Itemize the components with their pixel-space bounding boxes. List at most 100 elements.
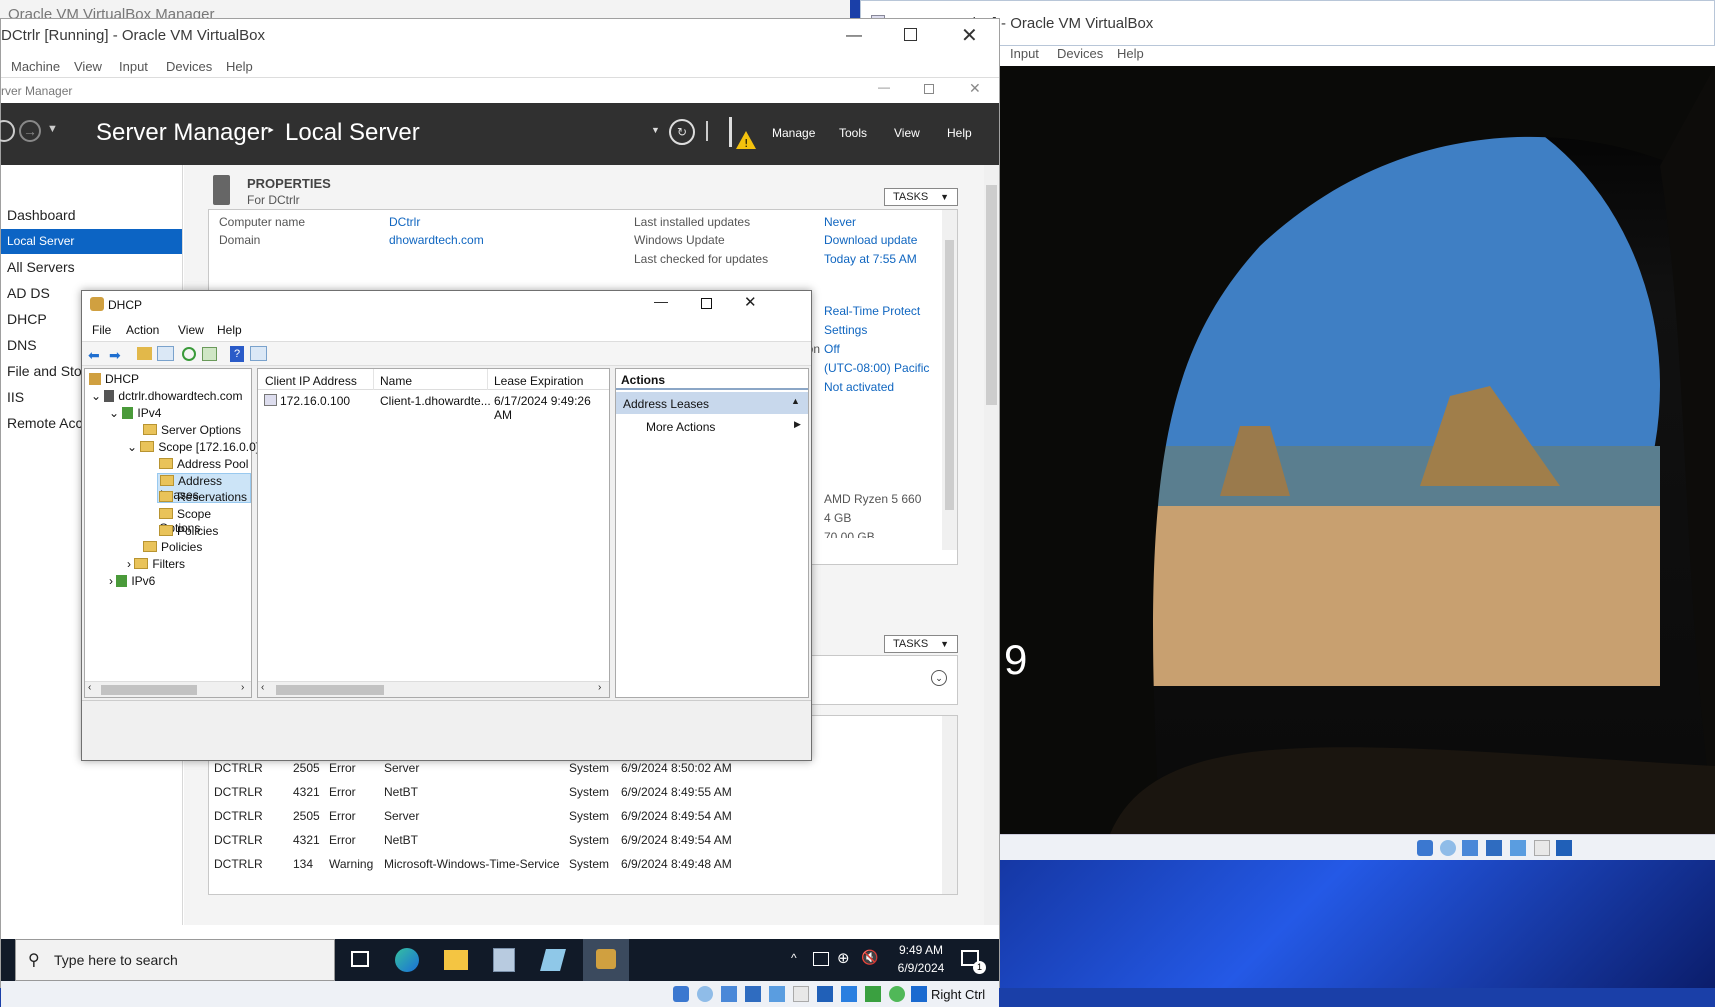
hdd-status-icon[interactable] bbox=[673, 986, 689, 1002]
network-status-icon[interactable] bbox=[1486, 840, 1502, 856]
up-folder-icon[interactable] bbox=[137, 347, 152, 360]
mouse-integration-icon[interactable] bbox=[865, 986, 881, 1002]
collapse-icon[interactable]: ⌄ bbox=[91, 389, 104, 403]
tree-ipv4[interactable]: ⌄ IPv4 bbox=[109, 406, 161, 420]
scroll-left-icon[interactable]: ‹ bbox=[88, 682, 91, 693]
scroll-left-icon[interactable]: ‹ bbox=[261, 682, 264, 693]
show-hide-action-pane-icon[interactable] bbox=[250, 346, 267, 361]
menu-view[interactable]: View bbox=[894, 126, 920, 140]
back-icon[interactable]: ⬅ bbox=[88, 347, 100, 364]
clock-time[interactable]: 9:49 AM bbox=[891, 943, 951, 957]
menu-machine[interactable]: Machine bbox=[11, 59, 60, 74]
prop-value-timezone[interactable]: (UTC-08:00) Pacific bbox=[824, 361, 929, 375]
event-row[interactable]: DCTRLR 4321 Error NetBT System 6/9/2024 8:49:… bbox=[209, 828, 939, 852]
forward-icon[interactable]: ➡ bbox=[109, 347, 121, 364]
display-status-icon[interactable] bbox=[1556, 840, 1572, 856]
prop-value-last-installed[interactable]: Never bbox=[824, 215, 856, 229]
dhcp-taskbar-button[interactable] bbox=[583, 939, 629, 981]
usb-status-icon[interactable] bbox=[1510, 840, 1526, 856]
results-scrollbar[interactable]: ‹ › bbox=[258, 681, 609, 697]
dhcp-minimize-button[interactable]: — bbox=[654, 293, 668, 309]
properties-scroll-thumb[interactable] bbox=[945, 240, 954, 510]
prop-value-realtime[interactable]: Real-Time Protect bbox=[824, 304, 920, 318]
history-dropdown-icon[interactable]: ▼ bbox=[47, 123, 58, 135]
menu-help[interactable]: Help bbox=[947, 126, 972, 140]
tree-scope-policies[interactable]: Policies bbox=[159, 524, 218, 538]
lease-row[interactable]: 172.16.0.100 Client-1.dhowardte... 6/17/… bbox=[258, 391, 609, 422]
content-scrollbar[interactable] bbox=[984, 165, 999, 925]
nav-ad-ds[interactable]: AD DS bbox=[7, 285, 50, 301]
taskbar-search-box[interactable]: ⚲ Type here to search bbox=[15, 939, 335, 981]
network-icon[interactable]: ⊕ bbox=[837, 949, 850, 967]
events-scrollbar[interactable] bbox=[942, 716, 957, 894]
file-explorer-icon[interactable] bbox=[444, 950, 468, 970]
prop-value-windows-update[interactable]: Download update bbox=[824, 233, 917, 247]
shared-folder-icon[interactable] bbox=[1534, 840, 1550, 856]
hdd-status-icon[interactable] bbox=[1417, 840, 1433, 856]
dhcp-menu-file[interactable]: File bbox=[92, 323, 111, 337]
nav-dashboard[interactable]: Dashboard bbox=[7, 207, 76, 223]
edge-icon[interactable] bbox=[395, 948, 419, 972]
powershell-ise-icon[interactable] bbox=[540, 949, 566, 971]
refresh-icon[interactable] bbox=[182, 347, 196, 361]
event-row[interactable]: DCTRLR 134 Warning Microsoft-Windows-Time-S… bbox=[209, 852, 939, 876]
dhcp-menu-view[interactable]: View bbox=[178, 323, 204, 337]
help-icon[interactable]: ? bbox=[230, 346, 244, 362]
tree-scroll-thumb[interactable] bbox=[101, 685, 197, 695]
show-hidden-icons-icon[interactable]: ^ bbox=[791, 951, 797, 965]
menu-devices[interactable]: Devices bbox=[1057, 46, 1103, 61]
show-hide-tree-icon[interactable] bbox=[157, 346, 174, 361]
server-manager-taskbar-icon[interactable] bbox=[493, 948, 515, 972]
recording-status-icon[interactable] bbox=[841, 986, 857, 1002]
warning-icon[interactable]: ! bbox=[736, 131, 756, 149]
audio-status-icon[interactable] bbox=[1462, 840, 1478, 856]
sm-minimize-button[interactable]: — bbox=[878, 80, 890, 94]
refresh-icon[interactable]: ↻ bbox=[669, 119, 695, 145]
minimize-button[interactable]: — bbox=[846, 27, 862, 45]
export-list-icon[interactable] bbox=[202, 347, 217, 361]
sm-restore-button[interactable] bbox=[924, 84, 934, 94]
menu-devices[interactable]: Devices bbox=[166, 59, 212, 74]
tree-ipv6[interactable]: › IPv6 bbox=[109, 574, 155, 588]
properties-scrollbar[interactable] bbox=[942, 210, 957, 550]
tree-address-pool[interactable]: Address Pool bbox=[159, 457, 248, 471]
audio-status-icon[interactable] bbox=[721, 986, 737, 1002]
usb-status-icon[interactable] bbox=[769, 986, 785, 1002]
maximize-button[interactable] bbox=[904, 28, 917, 41]
col-lease-expiration[interactable]: Lease Expiration bbox=[494, 374, 583, 388]
nav-local-server[interactable]: Local Server bbox=[1, 229, 182, 254]
shared-folder-icon[interactable] bbox=[793, 986, 809, 1002]
sm-close-button[interactable]: ✕ bbox=[969, 80, 981, 97]
expand-icon[interactable]: › bbox=[109, 574, 116, 588]
optical-status-icon[interactable] bbox=[1440, 840, 1456, 856]
menu-input[interactable]: Input bbox=[119, 59, 148, 74]
scroll-right-icon[interactable]: › bbox=[241, 682, 244, 693]
tree-policies[interactable]: Policies bbox=[143, 540, 202, 554]
volume-muted-icon[interactable]: 🔇 bbox=[861, 949, 878, 966]
dhcp-menu-action[interactable]: Action bbox=[126, 323, 159, 337]
menu-view[interactable]: View bbox=[74, 59, 102, 74]
event-row[interactable]: DCTRLR 4321 Error NetBT System 6/9/2024 8:49:… bbox=[209, 780, 939, 804]
host-key-icon[interactable] bbox=[911, 986, 927, 1002]
col-name[interactable]: Name bbox=[380, 374, 412, 388]
dhcp-menu-help[interactable]: Help bbox=[217, 323, 242, 337]
prop-value-last-checked[interactable]: Today at 7:55 AM bbox=[824, 252, 917, 266]
optical-status-icon[interactable] bbox=[697, 986, 713, 1002]
refresh-dropdown-icon[interactable]: ▼ bbox=[651, 125, 660, 135]
nav-all-servers[interactable]: All Servers bbox=[7, 259, 75, 275]
display-status-icon[interactable] bbox=[817, 986, 833, 1002]
results-scroll-thumb[interactable] bbox=[276, 685, 384, 695]
nav-dns[interactable]: DNS bbox=[7, 337, 37, 353]
properties-tasks-button[interactable]: TASKS ▼ bbox=[884, 188, 958, 206]
collapse-icon[interactable]: ⌄ bbox=[109, 406, 122, 420]
nav-dhcp[interactable]: DHCP bbox=[7, 311, 47, 327]
battery-icon[interactable] bbox=[813, 952, 829, 966]
guest-additions-icon[interactable] bbox=[889, 986, 905, 1002]
dhcp-close-button[interactable]: ✕ bbox=[744, 293, 757, 311]
expand-icon[interactable]: › bbox=[127, 557, 134, 571]
forward-icon[interactable]: → bbox=[19, 120, 41, 142]
tree-root[interactable]: DHCP bbox=[89, 372, 139, 386]
actions-section[interactable]: Address Leases ▲ bbox=[616, 392, 808, 414]
prop-value-settings[interactable]: Settings bbox=[824, 323, 867, 337]
dhcp-maximize-button[interactable] bbox=[701, 298, 712, 309]
